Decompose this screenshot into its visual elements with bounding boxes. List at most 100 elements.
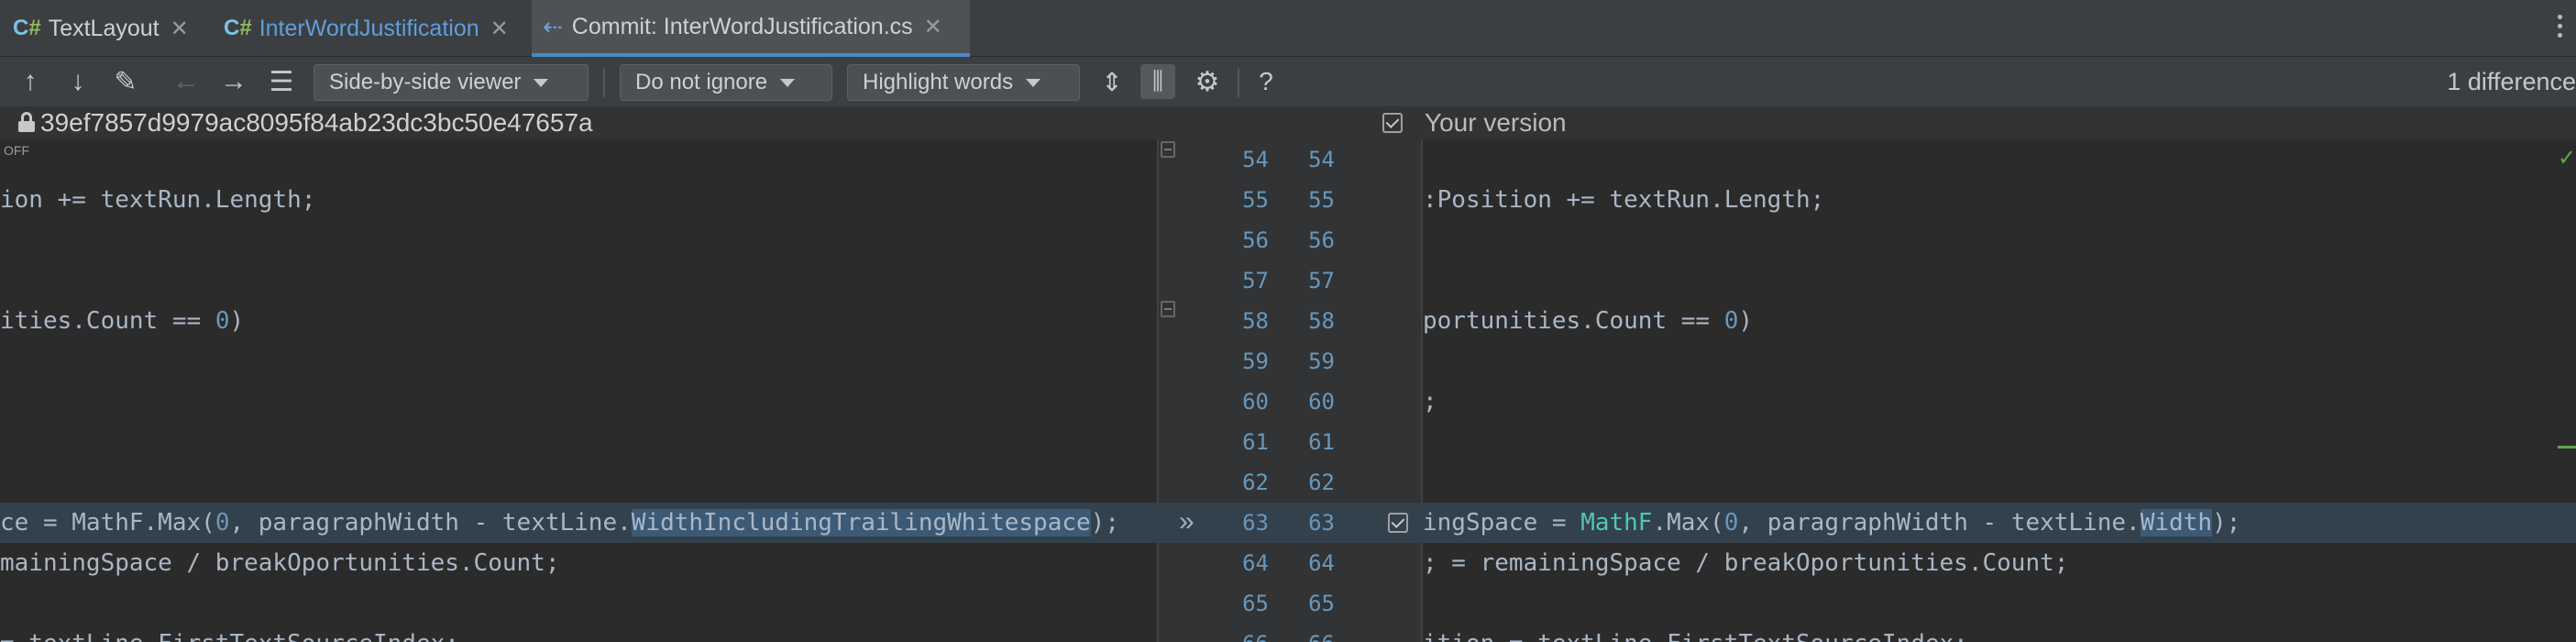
ignore-whitespace-dropdown[interactable]: Do not ignore (620, 64, 832, 101)
changed-code-line: ingSpace = MathF.Max(0, paragraphWidth -… (1423, 503, 2576, 543)
toolbar-separator (1238, 68, 1239, 97)
left-revision-hash: 39ef7857d9979ac8095f84ab23dc3bc50e47657a (40, 108, 593, 137)
viewer-mode-label: Side-by-side viewer (329, 70, 522, 94)
lock-icon (18, 112, 35, 132)
code-segment: ingSpace = (1423, 509, 1581, 537)
gutter-row: 59 59 (1157, 341, 1423, 382)
gutter-row: 65 65 (1157, 583, 1423, 624)
left-editor-pane[interactable]: OFF ion += textRun.Length; ities.Count =… (0, 139, 1157, 642)
right-line-number: 64 (1308, 550, 1335, 576)
diff-toolbar: ↑ ↓ ✎ ← → ☰ Side-by-side viewer Do not i… (0, 57, 2576, 106)
close-icon[interactable]: ✕ (924, 14, 942, 40)
next-difference-icon[interactable]: ↓ (61, 64, 95, 99)
line-number-gutter: 54 54 55 55 56 56 57 57 58 58 59 59 60 60 61 61 … (1157, 139, 1437, 642)
gutter-row: 58 58 (1157, 301, 1423, 341)
viewer-mode-dropdown[interactable]: Side-by-side viewer (314, 64, 589, 101)
code-number: 0 (215, 509, 230, 537)
gutter-row: 60 60 (1157, 382, 1423, 422)
right-line-number: 59 (1308, 349, 1335, 374)
tab-label: InterWordJustification (259, 15, 479, 41)
highlight-mode-dropdown[interactable]: Highlight words (847, 64, 1080, 101)
toolbar-separator (603, 68, 605, 97)
help-icon[interactable]: ? (1249, 64, 1283, 99)
code-line: ities.Count == 0) (0, 307, 245, 335)
right-line-number: 61 (1308, 429, 1335, 455)
left-line-number: 58 (1242, 308, 1269, 334)
gutter-row: 54 54 (1157, 139, 1423, 180)
tab-commit-diff[interactable]: ⇠ Commit: InterWordJustification.cs ✕ (532, 0, 970, 57)
no-problems-check-icon: ✓ (2558, 146, 2576, 171)
forward-arrow-icon[interactable]: → (216, 64, 251, 99)
left-line-number: 61 (1242, 429, 1269, 455)
include-change-checkbox[interactable] (1388, 513, 1408, 533)
left-line-number: 64 (1242, 550, 1269, 576)
gutter-row: 66 66 (1157, 624, 1423, 642)
code-segment: , paragraphWidth - textLine. (1738, 509, 2141, 537)
gutter-row: 61 61 (1157, 422, 1423, 462)
left-line-number: 56 (1242, 227, 1269, 253)
more-options-icon[interactable] (2558, 15, 2563, 42)
ignore-label: Do not ignore (635, 70, 768, 94)
code-line: portunities.Count == 0) (1423, 307, 1754, 335)
gutter-row: 56 56 (1157, 220, 1423, 260)
collapse-unchanged-icon[interactable]: ⇕ (1095, 64, 1129, 99)
right-line-number: 57 (1308, 268, 1335, 293)
code-line: mainingSpace / breakOportunities.Count; (0, 549, 560, 577)
code-number: 0 (1723, 307, 1739, 335)
gear-icon[interactable]: ⚙ (1190, 64, 1225, 99)
csharp-file-icon: C# (224, 16, 252, 40)
code-number: 0 (215, 307, 230, 335)
csharp-file-icon: C# (13, 16, 41, 40)
tab-interwordjustification[interactable]: C# InterWordJustification ✕ (224, 0, 526, 57)
right-line-number: 62 (1308, 470, 1335, 495)
right-line-number: 63 (1308, 510, 1335, 536)
changed-code-line: ce = MathF.Max(0, paragraphWidth - textL… (0, 503, 1157, 543)
file-list-icon[interactable]: ☰ (264, 64, 299, 99)
gutter-row: 64 64 (1157, 543, 1423, 583)
close-icon[interactable]: ✕ (171, 16, 189, 42)
tab-label: Commit: InterWordJustification.cs (571, 13, 913, 39)
your-version-checkbox[interactable] (1382, 113, 1403, 133)
code-segment: , paragraphWidth - textLine. (229, 509, 632, 537)
tab-label: TextLayout (48, 15, 160, 41)
right-version-label: Your version (1425, 108, 1567, 137)
left-line-number: 57 (1242, 268, 1269, 293)
sync-scroll-icon[interactable]: ⫼ (1140, 64, 1175, 99)
code-line: ition = textLine.FirstTextSourceIndex; (1423, 624, 2576, 642)
gutter-row: 55 55 (1157, 180, 1423, 220)
close-icon[interactable]: ✕ (490, 16, 509, 42)
previous-difference-icon[interactable]: ↑ (13, 64, 48, 99)
diff-arrows-icon: ⇠ (543, 12, 563, 40)
gutter-row: 62 62 (1157, 462, 1423, 503)
code-segment: .Max( (1652, 509, 1724, 537)
left-line-number: 54 (1242, 147, 1269, 172)
tab-textlayout[interactable]: C# TextLayout ✕ (13, 0, 209, 57)
gutter-row: 57 57 (1157, 260, 1423, 301)
left-line-number: 60 (1242, 389, 1269, 415)
right-line-number: 66 (1280, 624, 1335, 642)
chevron-down-icon (534, 78, 549, 87)
diff-info-bar: 39ef7857d9979ac8095f84ab23dc3bc50e47657a… (0, 106, 2576, 139)
edit-pencil-icon[interactable]: ✎ (108, 64, 143, 99)
left-line-number: 62 (1242, 470, 1269, 495)
back-arrow-icon[interactable]: ← (169, 64, 204, 99)
right-editor-pane[interactable]: :Position += textRun.Length; portunities… (1423, 139, 2576, 642)
right-line-number: 55 (1308, 187, 1335, 213)
change-marker-stripe[interactable] (2558, 446, 2576, 448)
code-line: ; = remainingSpace / breakOportunities.C… (1423, 549, 2069, 577)
right-line-number: 58 (1308, 308, 1335, 334)
right-line-number: 65 (1308, 591, 1335, 616)
chevron-down-icon (1026, 78, 1041, 87)
code-segment: ce = MathF.Max( (0, 509, 215, 537)
apply-change-icon[interactable]: » (1179, 506, 1194, 537)
highlight-label: Highlight words (863, 70, 1014, 94)
